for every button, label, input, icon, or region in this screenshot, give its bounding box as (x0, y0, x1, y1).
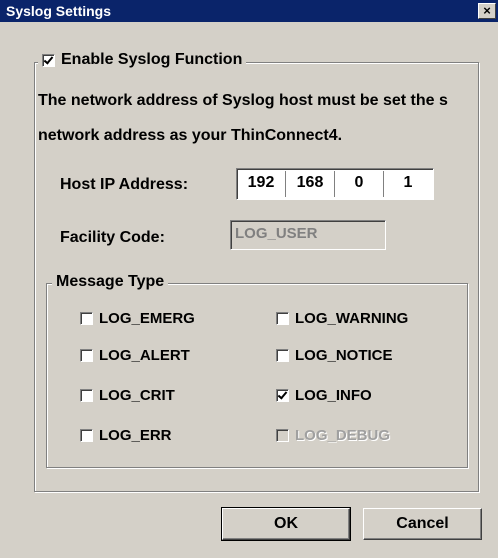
log-warning-label: LOG_WARNING (295, 310, 409, 327)
log-notice-checkbox-row[interactable]: LOG_NOTICE (276, 347, 393, 364)
ip-octet-4[interactable]: 1 (384, 169, 432, 199)
log-err-checkbox-row[interactable]: LOG_ERR (80, 427, 172, 444)
log-crit-checkbox-row[interactable]: LOG_CRIT (80, 387, 175, 404)
window-title: Syslog Settings (6, 3, 112, 19)
cancel-button[interactable]: Cancel (363, 508, 482, 540)
ip-octet-2[interactable]: 168 (286, 169, 334, 199)
host-ip-label: Host IP Address: (60, 176, 189, 193)
description-line-2: network address as your ThinConnect4. (38, 127, 343, 144)
log-info-checkbox-row[interactable]: LOG_INFO (276, 387, 372, 404)
log-err-checkbox[interactable] (80, 429, 93, 442)
log-emerg-label: LOG_EMERG (99, 310, 195, 327)
log-warning-checkbox[interactable] (276, 312, 289, 325)
ip-octet-1[interactable]: 192 (237, 169, 285, 199)
enable-syslog-checkbox-row[interactable]: Enable Syslog Function (38, 51, 247, 69)
log-emerg-checkbox[interactable] (80, 312, 93, 325)
description-line-1: The network address of Syslog host must … (38, 92, 448, 109)
log-debug-checkbox (276, 429, 289, 442)
ip-octet-3[interactable]: 0 (335, 169, 383, 199)
log-alert-label: LOG_ALERT (99, 347, 190, 364)
ok-button[interactable]: OK (221, 507, 351, 541)
message-type-legend: Message Type (52, 273, 169, 291)
close-button[interactable]: × (478, 3, 496, 19)
log-debug-label: LOG_DEBUG (295, 427, 391, 444)
log-notice-checkbox[interactable] (276, 349, 289, 362)
enable-syslog-checkbox[interactable] (42, 53, 55, 67)
log-emerg-checkbox-row[interactable]: LOG_EMERG (80, 310, 195, 327)
log-err-label: LOG_ERR (99, 427, 172, 444)
log-info-label: LOG_INFO (295, 387, 372, 404)
title-bar: Syslog Settings × (0, 0, 498, 22)
syslog-settings-dialog: Syslog Settings × Enable Syslog Function… (0, 0, 498, 558)
enable-syslog-label: Enable Syslog Function (61, 51, 243, 68)
log-notice-label: LOG_NOTICE (295, 347, 393, 364)
host-ip-input[interactable]: 192 168 0 1 (236, 168, 434, 200)
log-alert-checkbox-row[interactable]: LOG_ALERT (80, 347, 190, 364)
log-alert-checkbox[interactable] (80, 349, 93, 362)
facility-code-label: Facility Code: (60, 229, 165, 246)
log-warning-checkbox-row[interactable]: LOG_WARNING (276, 310, 408, 327)
log-crit-label: LOG_CRIT (99, 387, 175, 404)
log-crit-checkbox[interactable] (80, 389, 93, 402)
log-info-checkbox[interactable] (276, 389, 289, 402)
log-debug-checkbox-row: LOG_DEBUG (276, 427, 390, 444)
facility-code-field: LOG_USER (230, 220, 386, 250)
